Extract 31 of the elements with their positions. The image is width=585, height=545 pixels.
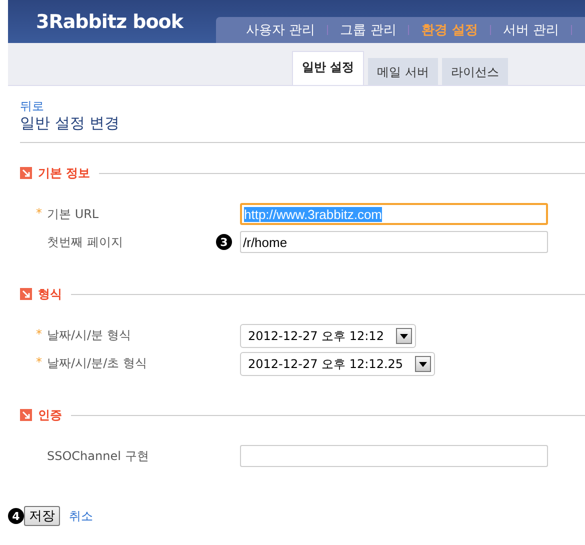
field-label: 첫번째 페이지 (47, 234, 123, 251)
dropdown[interactable]: 2012-12-27 오후 12:12.25 (240, 352, 436, 376)
section-icon (20, 288, 32, 300)
input-field[interactable] (240, 445, 548, 467)
input-field[interactable]: /r/home (240, 231, 548, 253)
logo: 3Rabbitz book (36, 10, 185, 32)
section-title: 기본 정보 (38, 164, 90, 182)
nav-tab[interactable]: 그룹 관리 (328, 21, 408, 39)
field-label: 날짜/시/분/초 형식 (47, 355, 147, 372)
required-mark: * (36, 327, 43, 343)
settings-tab[interactable]: 일반 설정 (292, 51, 364, 85)
cancel-link[interactable]: 취소 (69, 508, 93, 524)
required-mark: * (36, 355, 43, 371)
dropdown[interactable]: 2012-12-27 오후 12:12 (240, 324, 416, 348)
field-label: 기본 URL (47, 206, 99, 223)
section-icon (20, 409, 32, 421)
section-title: 형식 (38, 286, 62, 302)
nav-tab[interactable]: 사용자 관리 (234, 21, 328, 39)
save-button[interactable]: 저장 (24, 506, 60, 526)
step-badge: 4 (8, 508, 24, 524)
field-label: 날짜/시/분 형식 (47, 327, 131, 344)
nav-tab[interactable]: 서버 관리 (490, 21, 571, 39)
section-icon (20, 167, 32, 179)
section-title: 인증 (38, 406, 62, 424)
page-title: 일반 설정 변경 (20, 114, 121, 134)
step-badge: 3 (216, 234, 232, 250)
field-label: SSOChannel 구현 (47, 448, 149, 465)
back-link[interactable]: 뒤로 (20, 98, 585, 114)
required-mark: * (36, 206, 43, 222)
settings-tab[interactable]: 메일 서버 (368, 58, 438, 85)
settings-tab[interactable]: 라이선스 (442, 58, 508, 85)
